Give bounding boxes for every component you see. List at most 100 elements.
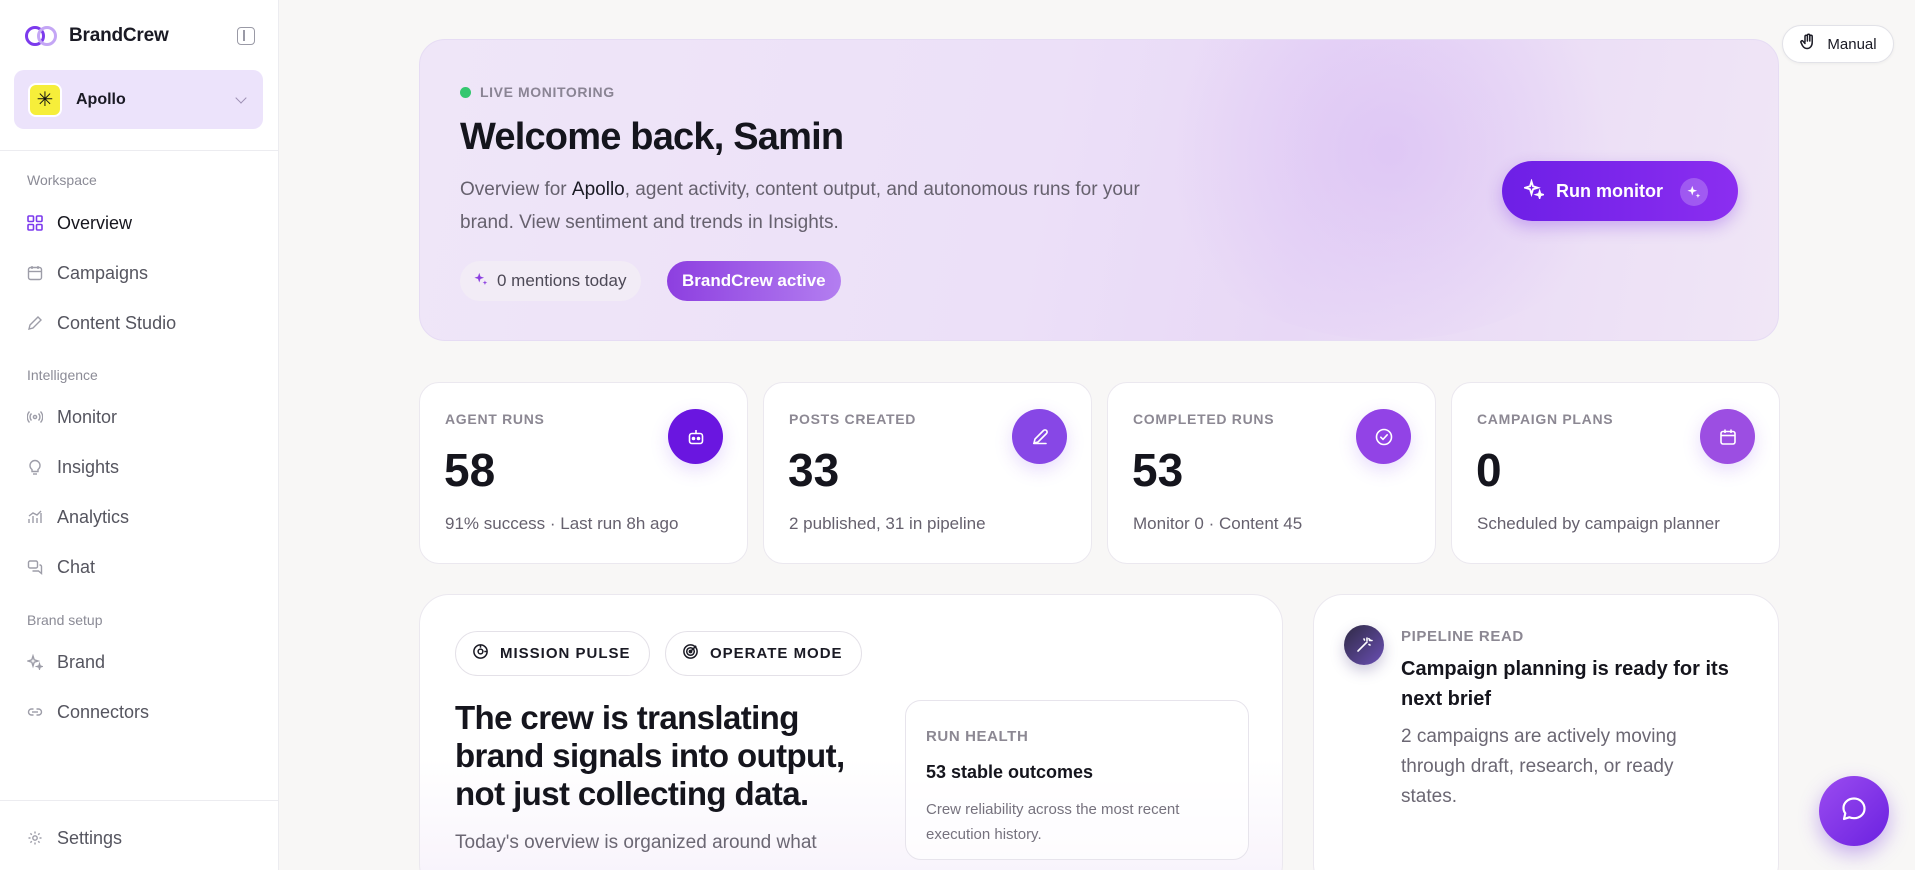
chat-bubble-icon [1839,794,1869,829]
desc-prefix: Overview for [460,179,572,200]
stat-label: CAMPAIGN PLANS [1477,411,1614,427]
stat-card-agent-runs: AGENT RUNS 58 91% success · Last run 8h … [419,382,748,564]
stat-card-completed-runs: COMPLETED RUNS 53 Monitor 0 · Content 45 [1107,382,1436,564]
sidebar-item-label: Overview [57,212,133,233]
sidebar: BrandCrew ✳ Apollo Workspace Overview Ca… [0,0,279,870]
run-health-value: 53 stable outcomes [926,762,1094,782]
sidebar-item-insights[interactable]: Insights [27,452,257,482]
welcome-hero: LIVE MONITORING Welcome back, Samin Over… [419,39,1779,341]
sidebar-item-content-studio[interactable]: Content Studio [27,308,257,338]
nav-section-brand-setup: Brand setup [27,612,103,628]
mission-pulse-card: MISSION PULSE OPERATE MODE The crew is t… [419,594,1283,870]
sidebar-item-label: Settings [57,827,123,848]
stat-subtext: 91% success · Last run 8h ago [445,514,679,533]
chat-fab-button[interactable] [1819,776,1889,846]
collapse-sidebar-icon[interactable] [237,27,255,45]
bulb-icon [27,459,43,475]
pipeline-label: PIPELINE READ [1401,628,1524,645]
page-title: Welcome back, Samin [460,116,844,158]
stat-label: POSTS CREATED [789,411,917,427]
sidebar-item-overview[interactable]: Overview [27,208,257,238]
pen-icon [27,315,43,331]
sidebar-item-label: Brand [57,651,106,672]
sparkle-icon [474,271,488,291]
brand-header: BrandCrew [25,22,255,50]
sparkle-icon [27,654,43,670]
live-dot-icon [460,86,471,98]
radio-icon [27,409,43,425]
sidebar-item-label: Insights [57,456,120,477]
active-status-badge: BrandCrew active [667,261,841,301]
stat-value: 0 [1476,444,1502,496]
live-status: LIVE MONITORING [460,84,615,100]
pipeline-title: Campaign planning is ready for its next … [1401,658,1729,710]
gear-icon [27,830,43,846]
run-monitor-label: Run monitor [1556,180,1663,201]
chevron-down-icon [235,92,247,104]
stat-subtext: 2 published, 31 in pipeline [789,514,986,533]
mentions-badge: 0 mentions today [460,261,642,301]
calendar-icon [27,265,43,281]
nav-section-workspace: Workspace [27,172,97,188]
sidebar-divider [0,800,279,801]
sidebar-item-brand[interactable]: Brand [27,647,257,677]
brandcrew-logo-icon [25,24,59,48]
pipeline-description: 2 campaigns are actively moving through … [1401,726,1677,807]
manual-label: Manual [1827,35,1877,53]
run-health-panel: RUN HEALTH 53 stable outcomes Crew relia… [905,700,1249,860]
hand-icon [1799,33,1817,55]
sidebar-item-connectors[interactable]: Connectors [27,697,257,727]
sidebar-item-analytics[interactable]: Analytics [27,502,257,532]
target-icon [682,643,699,664]
sidebar-item-label: Campaigns [57,262,149,283]
stat-value: 33 [788,444,840,496]
workspace-name: Apollo [76,90,126,108]
pencil-icon [1012,409,1067,464]
stat-card-campaign-plans: CAMPAIGN PLANS 0 Scheduled by campaign p… [1451,382,1780,564]
robot-icon [668,409,723,464]
stat-value: 53 [1132,444,1184,496]
chip-label: OPERATE MODE [710,645,843,662]
sidebar-item-campaigns[interactable]: Campaigns [27,258,257,288]
mission-pulse-chip[interactable]: MISSION PULSE [455,631,650,676]
sidebar-item-label: Chat [57,556,96,577]
mission-headline: The crew is translating brand signals in… [455,699,845,812]
chat-icon [27,559,43,575]
sidebar-item-monitor[interactable]: Monitor [27,402,257,432]
operate-mode-chip[interactable]: OPERATE MODE [665,631,862,676]
pulse-icon [472,643,489,664]
stat-subtext: Monitor 0 · Content 45 [1133,514,1303,533]
sparkle-icon [1522,177,1546,204]
live-status-label: LIVE MONITORING [480,84,615,100]
sidebar-item-label: Connectors [57,701,150,722]
sidebar-item-settings[interactable]: Settings [27,823,257,853]
pipeline-read-card: PIPELINE READ Campaign planning is ready… [1313,594,1779,870]
sidebar-item-chat[interactable]: Chat [27,552,257,582]
sparkle-icon [1680,178,1708,206]
sidebar-divider [0,150,279,151]
app-name: BrandCrew [69,25,169,46]
chart-icon [27,509,43,525]
stat-value: 58 [444,444,496,496]
mission-subtext: Today's overview is organized around wha… [455,832,817,853]
manual-mode-button[interactable]: Manual [1782,25,1894,63]
sidebar-item-label: Analytics [57,506,130,527]
stat-card-posts-created: POSTS CREATED 33 2 published, 31 in pipe… [763,382,1092,564]
calendar-icon [1700,409,1755,464]
grid-icon [27,215,43,231]
sidebar-item-label: Monitor [57,406,118,427]
workspace-avatar: ✳ [28,82,62,117]
sidebar-item-label: Content Studio [57,312,177,333]
stat-label: AGENT RUNS [445,411,545,427]
link-icon [27,704,43,720]
stat-label: COMPLETED RUNS [1133,411,1275,427]
magic-wand-icon [1344,625,1384,665]
nav-section-intelligence: Intelligence [27,367,98,383]
run-health-description: Crew reliability across the most recent … [926,801,1180,843]
stat-subtext: Scheduled by campaign planner [1477,514,1720,533]
workspace-selector[interactable]: ✳ Apollo [14,70,263,129]
chip-label: MISSION PULSE [500,645,631,662]
hero-description: Overview for Apollo, agent activity, con… [460,173,1180,239]
run-monitor-button[interactable]: Run monitor [1502,161,1738,221]
check-circle-icon [1356,409,1411,464]
